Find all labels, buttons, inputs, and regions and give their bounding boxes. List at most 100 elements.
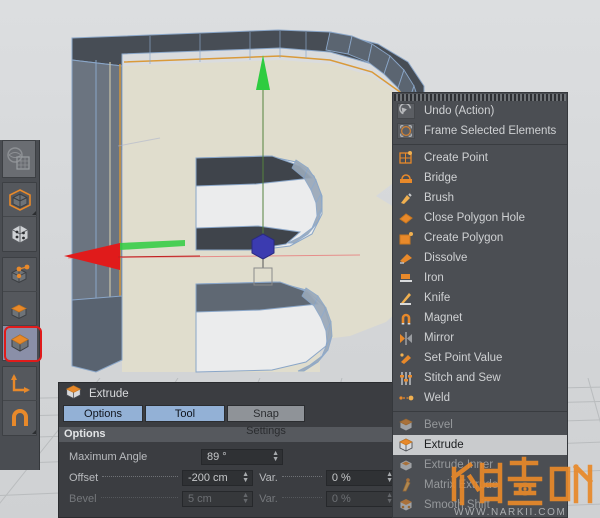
bridge-icon: [395, 169, 417, 187]
input-offset[interactable]: -200 cm ▲ ▼: [181, 469, 254, 486]
toolbar-group-axis: [2, 366, 37, 436]
dialog-tabs[interactable]: Options Tool Snap Settings: [59, 405, 397, 437]
menu-item-label: Set Point Value: [424, 352, 503, 364]
menu-item-extrude-inner[interactable]: Extrude Inner: [393, 455, 567, 475]
extrude-cube-icon: [395, 436, 417, 454]
label-bevel: Bevel: [69, 492, 97, 505]
menu-item-undo-action[interactable]: Undo (Action): [393, 101, 567, 121]
dialog-title-text: Extrude: [89, 388, 129, 400]
menu-item-set-point-value[interactable]: Set Point Value: [393, 348, 567, 368]
value-bevel: 5 cm: [187, 492, 212, 505]
menu-item-label: Magnet: [424, 312, 463, 324]
value-maximum-angle: 89 °: [207, 450, 227, 463]
toolbar-texture-mode-button[interactable]: [2, 140, 36, 178]
menu-item-label: Close Polygon Hole: [424, 212, 526, 224]
menu-tearoff-handle[interactable]: [394, 94, 566, 101]
menu-item-label: Iron: [424, 272, 444, 284]
stepper-offset[interactable]: ▲ ▼: [242, 471, 249, 484]
menu-item-weld[interactable]: Weld: [393, 388, 567, 408]
menu-item-matrix-extrude[interactable]: Matrix Extrude: [393, 475, 567, 495]
set-point-value-icon: [395, 349, 417, 367]
toolbar-flyout-corner-icon: [32, 211, 36, 215]
options-fields: Maximum Angle 89 ° ▲ ▼ Offset -200 cm ▲ ▼ …: [59, 442, 397, 508]
menu-item-bevel[interactable]: Bevel: [393, 415, 567, 435]
toolbar-snap-magnet-button[interactable]: [3, 401, 37, 435]
input-bevel: 5 cm ▲ ▼: [181, 490, 254, 507]
dot-leader-2: [281, 475, 322, 477]
menu-item-label: Extrude Inner: [424, 459, 494, 471]
menu-item-iron[interactable]: Iron: [393, 268, 567, 288]
toolbar-object-mode-button[interactable]: [3, 183, 37, 217]
menu-item-smooth-shift[interactable]: Smooth Shift: [393, 495, 567, 515]
menu-item-extrude[interactable]: Extrude: [393, 435, 567, 455]
menu-item-create-point[interactable]: Create Point: [393, 148, 567, 168]
menu-item-label: Dissolve: [424, 252, 468, 264]
mirror-icon: [395, 329, 417, 347]
menu-item-label: Undo (Action): [424, 105, 495, 117]
dissolve-icon: [395, 249, 417, 267]
menu-item-mirror[interactable]: Mirror: [393, 328, 567, 348]
frame-selection-icon: [395, 122, 417, 140]
field-row-maximum-angle: Maximum Angle 89 ° ▲ ▼: [69, 447, 397, 466]
extrude-inner-icon: [395, 456, 417, 474]
tab-snap-settings[interactable]: Snap Settings: [227, 405, 305, 437]
input-bevel-var: 0 % ▲ ▼: [325, 490, 397, 507]
menu-item-label: Bridge: [424, 172, 458, 184]
menu-separator: [393, 144, 567, 145]
tab-tool[interactable]: Tool: [145, 405, 225, 422]
input-maximum-angle[interactable]: 89 ° ▲ ▼: [201, 448, 283, 465]
menu-item-label: Brush: [424, 192, 455, 204]
menu-item-frame-selected-elements[interactable]: Frame Selected Elements: [393, 121, 567, 141]
menu-item-dissolve[interactable]: Dissolve: [393, 248, 567, 268]
toolbar-points-mode-button[interactable]: [3, 258, 37, 292]
toolbar-group-object: [2, 182, 37, 252]
mode-toolbar[interactable]: [0, 140, 42, 470]
value-offset-var: 0 %: [331, 471, 351, 484]
bevel-cube-icon: [395, 416, 417, 434]
label-maximum-angle: Maximum Angle: [69, 450, 148, 463]
stepper-maximum-angle[interactable]: ▲ ▼: [272, 450, 279, 463]
smooth-shift-icon: [395, 496, 417, 514]
toolbar-enable-axis-button[interactable]: [3, 367, 37, 401]
weld-icon: [395, 389, 417, 407]
menu-item-label: Smooth Shift: [424, 499, 490, 511]
tab-options[interactable]: Options: [63, 405, 143, 422]
extrude-tool-dialog[interactable]: Extrude Options Tool Snap Settings Optio…: [58, 382, 398, 518]
field-row-bevel: Bevel 5 cm ▲ ▼ Var. 0 % ▲ ▼: [69, 489, 397, 508]
menu-item-label: Mirror: [424, 332, 455, 344]
close-polygon-hole-icon: [395, 209, 417, 227]
field-row-offset: Offset -200 cm ▲ ▼ Var. 0 % ▲ ▼: [69, 468, 397, 487]
toolbar-polygons-mode-button[interactable]: [3, 326, 42, 362]
extrude-cube-icon: [65, 384, 82, 404]
undo-arrow-icon: [395, 102, 417, 120]
input-offset-var[interactable]: 0 % ▲ ▼: [325, 469, 397, 486]
menu-item-label: Create Point: [424, 152, 488, 164]
menu-item-label: Bevel: [424, 419, 453, 431]
menu-item-label: Extrude: [424, 439, 464, 451]
menu-item-create-polygon[interactable]: Create Polygon: [393, 228, 567, 248]
toolbar-edges-mode-button[interactable]: [3, 292, 37, 326]
menu-items-container: Undo (Action) Frame Selected Elements Crea…: [393, 101, 567, 515]
label-bevel-var: Var.: [259, 492, 278, 505]
label-offset: Offset: [69, 471, 99, 484]
magnet-tool-icon: [395, 309, 417, 327]
value-offset: -200 cm: [187, 471, 228, 484]
mesh-commands-context-menu[interactable]: Undo (Action) Frame Selected Elements Crea…: [392, 92, 568, 518]
menu-item-brush[interactable]: Brush: [393, 188, 567, 208]
dot-leader: [102, 475, 178, 477]
menu-item-stitch-and-sew[interactable]: Stitch and Sew: [393, 368, 567, 388]
toolbar-texture-points-button[interactable]: [3, 217, 37, 251]
menu-item-label: Knife: [424, 292, 451, 304]
dot-leader-3: [100, 496, 178, 498]
menu-item-close-polygon-hole[interactable]: Close Polygon Hole: [393, 208, 567, 228]
menu-item-magnet[interactable]: Magnet: [393, 308, 567, 328]
menu-item-knife[interactable]: Knife: [393, 288, 567, 308]
menu-item-label: Matrix Extrude: [424, 479, 499, 491]
brush-icon: [395, 189, 417, 207]
dialog-title-bar: Extrude: [59, 383, 397, 405]
menu-item-label: Create Polygon: [424, 232, 504, 244]
dot-leader-4: [281, 496, 322, 498]
menu-item-bridge[interactable]: Bridge: [393, 168, 567, 188]
stitch-and-sew-icon: [395, 369, 417, 387]
create-polygon-icon: [395, 229, 417, 247]
